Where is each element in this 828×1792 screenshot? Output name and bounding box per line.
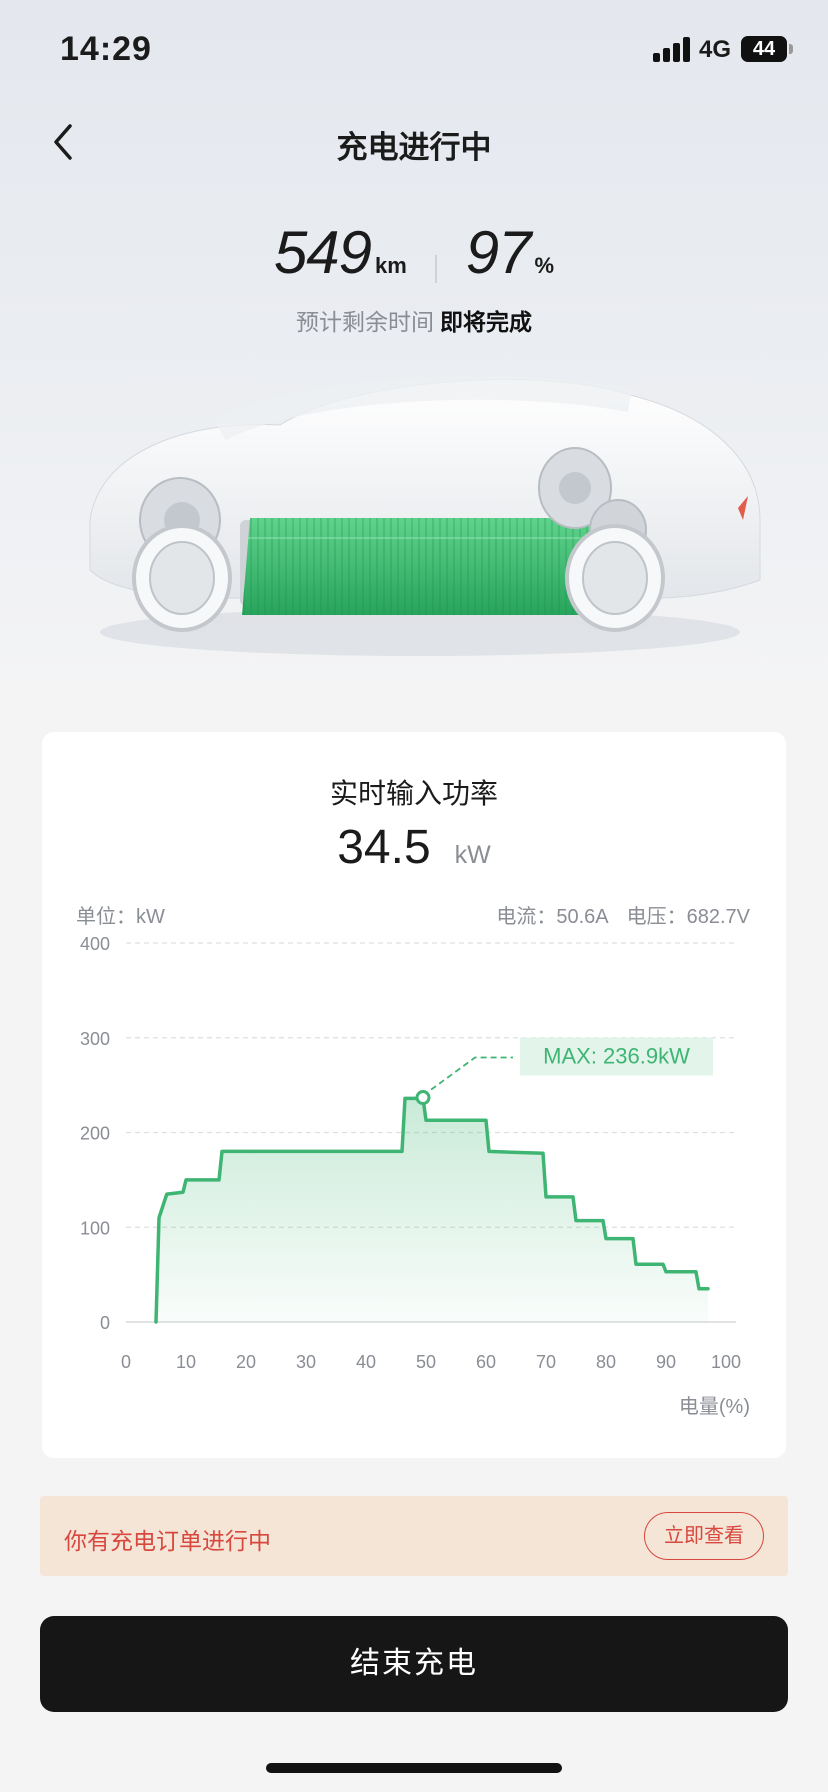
x-tick-label: 60 [476, 1352, 496, 1372]
battery-nub [789, 44, 793, 54]
max-label: MAX: 236.9kW [543, 1044, 690, 1069]
front-wheel [132, 477, 232, 632]
soc-unit: % [534, 253, 555, 278]
y-tick-label: 100 [80, 1218, 110, 1238]
max-leader-line [422, 1056, 513, 1097]
eta-row: 预计剩余时间 即将完成 [0, 303, 828, 337]
summary-divider [435, 254, 438, 283]
home-indicator [266, 1763, 562, 1773]
y-tick-label: 300 [80, 1029, 110, 1049]
charge-summary: 549 km 97% [0, 218, 828, 288]
x-tick-label: 90 [656, 1352, 676, 1372]
notice-text: 你有充电订单进行中 [64, 1528, 271, 1554]
status-bar: 14:29 4G 44 [0, 0, 828, 100]
soc-value: 97 [465, 219, 532, 286]
x-tick-label: 0 [121, 1352, 131, 1372]
power-card: 实时输入功率 34.5 kW 单位：kW 电流：50.6A 电压：682.7V 01… [42, 732, 786, 1458]
x-tick-label: 10 [176, 1352, 196, 1372]
x-tick-label: 100 [711, 1352, 741, 1372]
y-tick-label: 200 [80, 1124, 110, 1144]
order-notice: 你有充电订单进行中 立即查看 [40, 1496, 788, 1576]
signal-icon [653, 36, 691, 62]
x-axis-title: 电量(%) [679, 1395, 750, 1418]
power-chart: 0 100 200 300 400 0 10 20 30 40 50 60 70 80 90 100 电量(%)… [80, 934, 750, 1418]
car-battery-illustration [89, 375, 761, 656]
battery-pack [242, 518, 600, 615]
view-order-button[interactable]: 立即查看 [644, 1512, 764, 1560]
status-time: 14:29 [60, 30, 152, 68]
x-tick-label: 20 [236, 1352, 256, 1372]
eta-label: 预计剩余时间 [296, 309, 434, 335]
battery-icon: 44 [741, 36, 787, 62]
nav-bar: 充电进行中 [0, 100, 828, 184]
network-type: 4G [699, 36, 732, 63]
end-charging-button[interactable]: 结束充电 [40, 1616, 788, 1712]
range-value: 549 [273, 219, 372, 286]
page-title: 充电进行中 [336, 130, 492, 165]
eta-value: 即将完成 [440, 309, 532, 335]
x-tick-label: 40 [356, 1352, 376, 1372]
range-unit: km [375, 253, 407, 278]
x-tick-label: 80 [596, 1352, 616, 1372]
x-tick-label: 70 [536, 1352, 556, 1372]
max-point-marker [415, 1090, 431, 1106]
x-tick-label: 30 [296, 1352, 316, 1372]
y-tick-label: 400 [80, 934, 110, 954]
y-tick-label: 0 [100, 1313, 110, 1333]
x-tick-label: 50 [416, 1352, 436, 1372]
